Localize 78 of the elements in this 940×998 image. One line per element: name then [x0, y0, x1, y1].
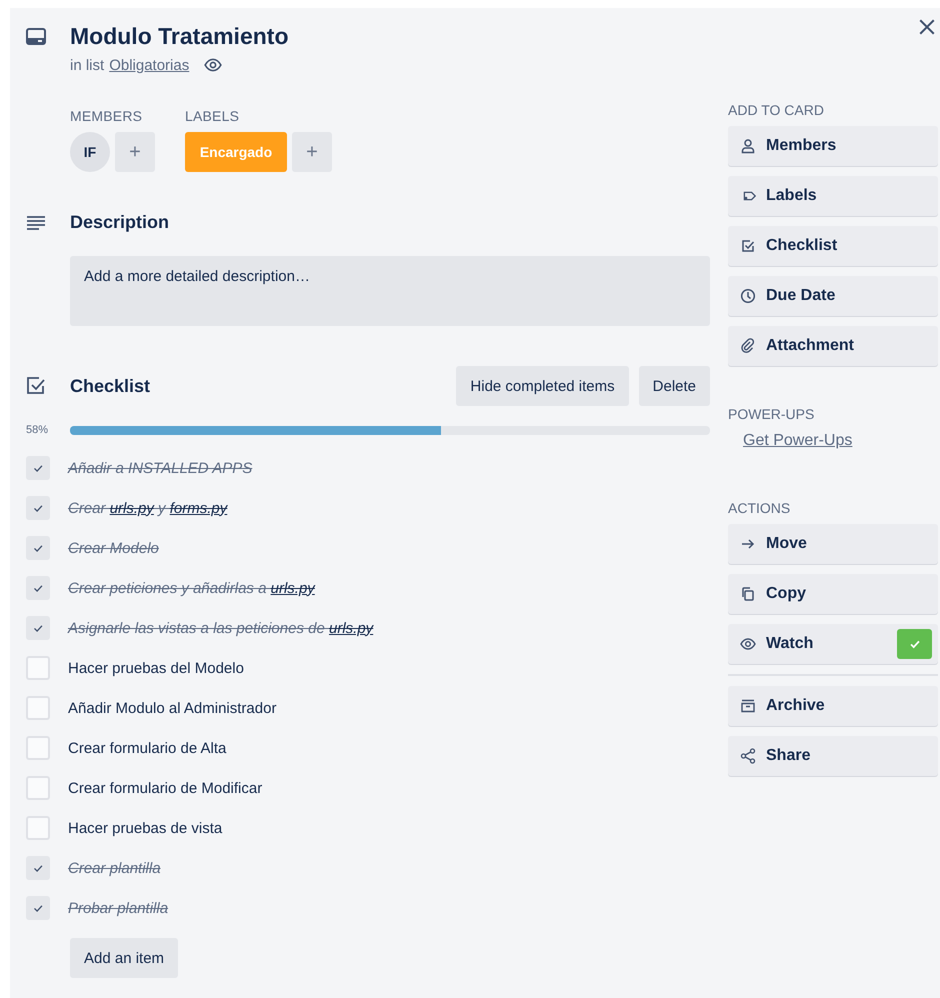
section-heading: POWER-UPS [728, 406, 816, 422]
checkbox[interactable] [26, 456, 50, 480]
sidebar-button[interactable]: Due Date [728, 276, 938, 316]
sidebar-button[interactable]: Labels [728, 176, 938, 216]
checklist-item-text[interactable]: Crear urls.py y forms.py [68, 500, 228, 516]
add-label-button[interactable]: + [292, 132, 332, 172]
members-heading: MEMBERS [70, 108, 144, 124]
paperclip-icon [740, 338, 756, 354]
sidebar-button[interactable]: Archive [728, 686, 938, 726]
section-title: Checklist [70, 376, 150, 396]
card-title: Modulo Tratamiento [70, 22, 288, 50]
checkbox[interactable] [26, 656, 50, 680]
description-icon [26, 214, 46, 230]
checkbox[interactable] [26, 536, 50, 560]
checklist-item-text[interactable]: Crear formulario de Alta [68, 740, 226, 756]
checkbox[interactable] [26, 616, 50, 640]
checklist-item-text[interactable]: Hacer pruebas de vista [68, 820, 222, 836]
archive-icon [740, 698, 756, 714]
button-label: Copy [766, 585, 806, 603]
section-heading: ACTIONS [728, 500, 792, 516]
list-caption: in list [70, 56, 104, 74]
person-icon [740, 138, 756, 154]
sidebar-button[interactable]: Move [728, 524, 938, 564]
checklist-item-text[interactable]: Crear formulario de Modificar [68, 780, 262, 796]
sidebar-button[interactable]: Watch [728, 624, 938, 664]
checkbox[interactable] [26, 496, 50, 520]
checkbox-icon [740, 238, 756, 254]
clock-icon [740, 288, 756, 304]
checkbox[interactable] [26, 816, 50, 840]
power-ups-link[interactable]: Get Power-Ups [743, 432, 938, 450]
checkbox[interactable] [26, 576, 50, 600]
checklist-item-text[interactable]: Crear plantilla [68, 860, 161, 876]
checklist-item-text[interactable]: Probar plantilla [68, 900, 168, 916]
list-link[interactable]: Obligatorias [109, 56, 190, 74]
file-link[interactable]: forms.py [170, 500, 228, 516]
button-label: Members [766, 137, 836, 155]
section-title: Description [70, 212, 170, 233]
checklist-item-text[interactable]: Asignarle las vistas a las peticiones de urls.py [68, 620, 374, 636]
sidebar-button[interactable]: Checklist [728, 226, 938, 266]
checklist-item-text[interactable]: Añadir Modulo al Administrador [68, 700, 276, 716]
checkbox[interactable] [26, 856, 50, 880]
delete-button[interactable]: Delete [638, 366, 710, 406]
checklist-item-text[interactable]: Añadir a INSTALLED APPS [68, 460, 252, 476]
file-link[interactable]: urls.py [328, 620, 374, 636]
button-label: Attachment [766, 337, 854, 355]
description-field[interactable]: Add a more detailed description… [70, 256, 710, 326]
section-heading: ADD TO CARD [728, 102, 825, 118]
sidebar-button[interactable]: Copy [728, 574, 938, 614]
file-link[interactable]: urls.py [270, 580, 315, 596]
button-label: Checklist [766, 237, 838, 255]
button-label: Labels [766, 187, 817, 205]
checklist-item-text[interactable]: Crear Modelo [68, 540, 159, 556]
button-label: Share [766, 747, 810, 765]
sidebar-button[interactable]: Members [728, 126, 938, 166]
progress-percent: 58% [26, 424, 50, 436]
checklist-item-text[interactable]: Crear peticiones y añadirlas a urls.py [68, 580, 315, 596]
copy-icon [740, 586, 756, 602]
checklist-icon [26, 376, 46, 396]
button-label: Due Date [766, 287, 836, 305]
labels-heading: LABELS [185, 108, 240, 124]
checkbox[interactable] [26, 696, 50, 720]
add-member-button[interactable]: + [115, 132, 155, 172]
hide-completed-button[interactable]: Hide completed items [456, 366, 629, 406]
eye-icon [740, 636, 756, 652]
share-icon [740, 748, 756, 764]
sidebar-button[interactable]: Attachment [728, 326, 938, 366]
checkbox[interactable] [26, 736, 50, 760]
checklist-item-text[interactable]: Hacer pruebas del Modelo [68, 660, 244, 676]
card-icon [26, 28, 46, 46]
button-label: Archive [766, 697, 825, 715]
file-link[interactable]: urls.py [110, 500, 154, 516]
button-label: Move [766, 535, 807, 553]
checkbox[interactable] [26, 776, 50, 800]
add-item-button[interactable]: Add an item [70, 938, 178, 978]
checkbox[interactable] [26, 896, 50, 920]
sidebar-button[interactable]: Share [728, 736, 938, 776]
button-label: Watch [766, 635, 814, 653]
member-avatar[interactable]: IF [70, 132, 110, 172]
